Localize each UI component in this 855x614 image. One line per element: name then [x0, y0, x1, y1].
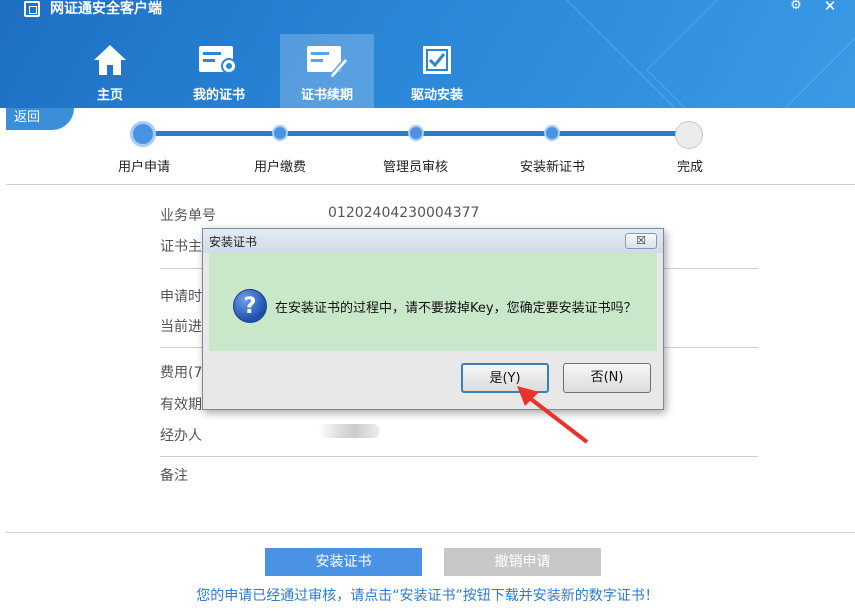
fee-label: 费用(7	[160, 365, 203, 381]
app-logo-icon	[24, 1, 40, 17]
nav-my-certificate[interactable]: 我的证书	[176, 34, 262, 108]
step-label-5: 完成	[677, 160, 704, 175]
step-dot-4	[544, 125, 560, 141]
divider	[160, 456, 758, 457]
home-icon	[94, 45, 126, 75]
nav-my-certificate-label: 我的证书	[192, 88, 245, 103]
redacted-handler-value	[318, 424, 380, 438]
validity-label: 有效期	[160, 397, 202, 413]
divider	[6, 532, 855, 533]
status-notice: 您的申请已经通过审核，请点击“安装证书”按钮下载并安装新的数字证书！	[196, 588, 659, 604]
order-number-label: 业务单号	[160, 208, 216, 224]
step-label-1: 用户申请	[118, 160, 171, 175]
dialog-close-button[interactable]: ☒	[625, 233, 657, 249]
dialog-titlebar: 安装证书 ☒	[203, 229, 663, 253]
step-label-3: 管理员审核	[383, 160, 449, 175]
app-title: 网证通安全客户端	[50, 1, 162, 17]
install-certificate-button[interactable]: 安装证书	[265, 548, 422, 576]
back-button[interactable]: 返回	[6, 108, 74, 130]
cert-subject-label: 证书主	[160, 239, 202, 255]
red-arrow-annotation	[517, 386, 589, 444]
step-dot-5	[675, 121, 703, 149]
step-dot-2	[272, 125, 288, 141]
cancel-application-button[interactable]: 撤销申请	[444, 548, 601, 576]
certificate-renew-icon	[307, 46, 349, 78]
question-icon: ?	[233, 289, 267, 323]
nav-driver-install-label: 驱动安装	[410, 88, 463, 103]
step-label-4: 安装新证书	[520, 160, 586, 175]
handler-label: 经办人	[160, 428, 202, 444]
certificate-card-icon	[199, 46, 237, 74]
dialog-message: 在安装证书的过程中，请不要拔掉Key，您确定要安装证书吗？	[275, 301, 637, 316]
step-dot-1	[130, 121, 156, 147]
nav-driver-install[interactable]: 驱动安装	[394, 34, 480, 108]
apply-time-label: 申请时	[160, 289, 202, 305]
nav-certificate-renew-label: 证书续期	[300, 88, 353, 103]
window-close-icon[interactable]: ✕	[818, 0, 842, 14]
dialog-title: 安装证书	[209, 235, 258, 249]
nav-home[interactable]: 主页	[70, 34, 150, 108]
dialog-body: ? 在安装证书的过程中，请不要拔掉Key，您确定要安装证书吗？	[209, 253, 657, 351]
nav-certificate-renew[interactable]: 证书续期	[280, 34, 374, 108]
step-dot-3	[408, 125, 424, 141]
app-header: 网证通安全客户端 ⚙ ✕ 主页 我的证书 证书续期 驱动安装	[0, 0, 855, 108]
divider	[6, 184, 855, 185]
checkbox-icon	[423, 46, 451, 74]
step-label-2: 用户缴费	[254, 160, 307, 175]
remark-label: 备注	[160, 468, 188, 484]
current-progress-label: 当前进	[160, 319, 202, 335]
order-number-value: 01202404230004377	[328, 205, 480, 221]
nav-home-label: 主页	[96, 88, 123, 103]
settings-gear-icon[interactable]: ⚙	[784, 0, 808, 14]
